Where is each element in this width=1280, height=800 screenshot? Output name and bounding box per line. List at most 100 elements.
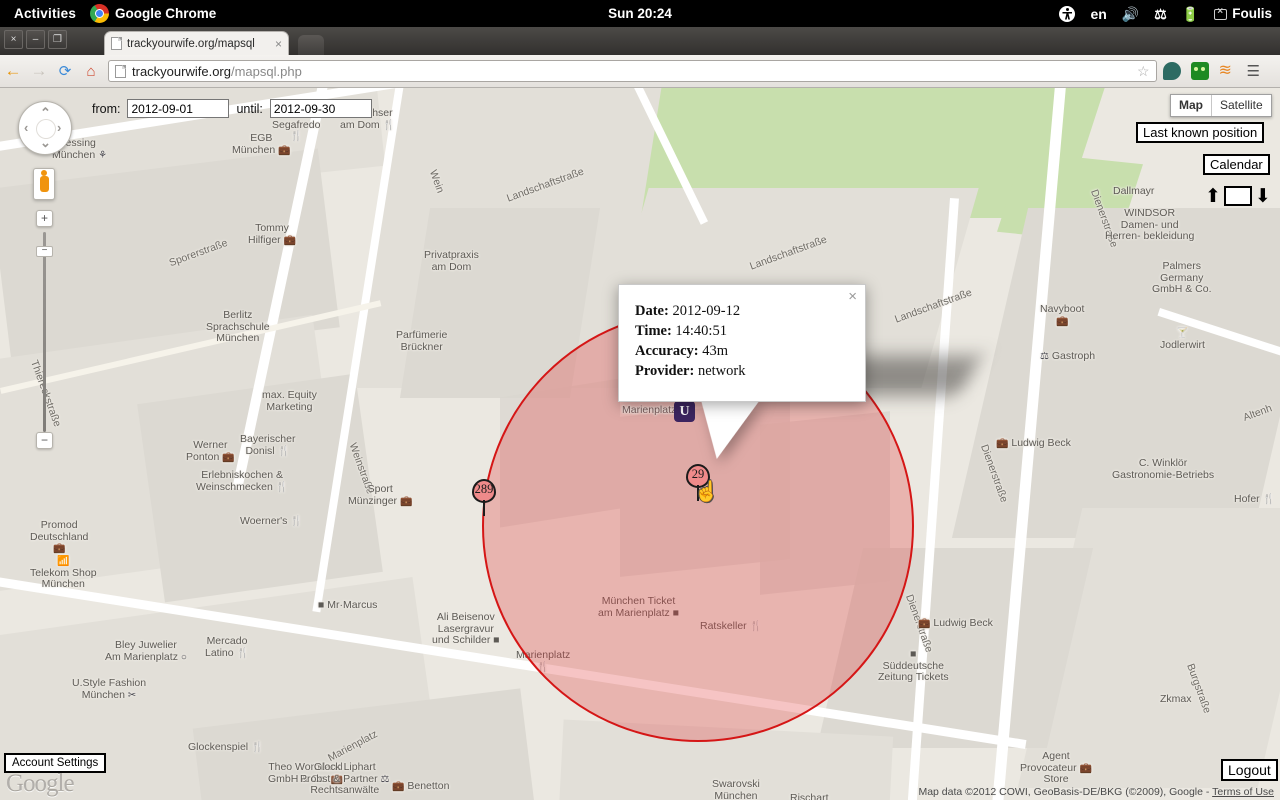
map-poi: C. Winklör Gastronomie-Betriebs xyxy=(1112,457,1215,481)
info-value-time: 14:40:51 xyxy=(675,323,727,339)
map-poi: Navyboot 💼 xyxy=(1040,303,1085,327)
mouse-cursor-pointer-icon: ☝ xyxy=(694,481,719,503)
stepper-down-icon[interactable]: ⬇ xyxy=(1255,187,1271,206)
restaurant-icon: 🍴 xyxy=(290,516,303,527)
info-window[interactable]: × Date: 2012-09-12 Time: 14:40:51 Accura… xyxy=(618,284,866,402)
shop-icon: 💼 xyxy=(996,438,1009,449)
map-poi: Berlitz Sprachschule München xyxy=(206,309,270,344)
window-minimize-button[interactable]: – xyxy=(26,30,45,49)
forward-button[interactable]: → xyxy=(26,61,52,81)
battery-icon[interactable]: 🔋 xyxy=(1182,7,1199,21)
address-bar[interactable]: trackyourwife.org/mapsql.php ☆ xyxy=(108,60,1157,82)
pan-control[interactable]: ⌃ ⌄ ‹ › xyxy=(18,101,72,155)
user-menu[interactable]: Foulis xyxy=(1214,6,1272,21)
terms-of-use-link[interactable]: Terms of Use xyxy=(1212,786,1274,798)
map-type-map-button[interactable]: Map xyxy=(1171,95,1212,116)
extension-icons: ≋ ☰ xyxy=(1162,62,1280,80)
zoom-slider-handle[interactable]: − xyxy=(36,246,53,257)
zoom-slider-track[interactable] xyxy=(43,232,46,432)
user-name-label: Foulis xyxy=(1232,6,1272,21)
chrome-logo-icon xyxy=(90,4,110,23)
shop-icon: 💼 xyxy=(1055,315,1069,327)
display-icon[interactable]: ⚖ xyxy=(1154,7,1167,21)
browser-toolbar: ← → ⟳ ⌂ trackyourwife.org/mapsql.php ☆ ≋… xyxy=(0,55,1280,88)
map-poi: max. Equity Marketing xyxy=(262,389,317,413)
map-poi: ■ Mr·Marcus xyxy=(318,599,378,611)
reload-button[interactable]: ⟳ xyxy=(52,62,78,80)
system-top-bar: Activities Google Chrome Sun 20:24 en 🔊 … xyxy=(0,0,1280,27)
new-tab-button[interactable] xyxy=(298,35,324,55)
activities-button[interactable]: Activities xyxy=(0,6,90,21)
map-poi: Bayerischer Donisl 🍴 xyxy=(240,433,296,457)
zoom-out-button[interactable]: − xyxy=(36,432,53,449)
stepper-input[interactable] xyxy=(1223,186,1252,206)
map-canvas[interactable]: Landschaftstraße Landschaftstraße Landsc… xyxy=(0,88,1280,800)
info-row-accuracy: Accuracy: 43m xyxy=(635,341,865,361)
map-poi: Zkmax xyxy=(1160,693,1192,705)
tab-close-icon[interactable]: × xyxy=(275,37,282,51)
keyboard-layout-indicator[interactable]: en xyxy=(1090,7,1106,21)
map-poi: Palmers Germany GmbH & Co. xyxy=(1152,260,1212,295)
from-date-input[interactable] xyxy=(127,99,230,118)
map-poi: EGB München 💼 xyxy=(232,132,291,156)
back-button[interactable]: ← xyxy=(0,61,26,81)
zoom-control[interactable]: + − − xyxy=(36,210,53,449)
info-row-time: Time: 14:40:51 xyxy=(635,321,865,341)
pan-down-icon[interactable]: ⌄ xyxy=(40,135,51,151)
map-attribution: Map data ©2012 COWI, GeoBasis-DE/BKG (©2… xyxy=(918,786,1274,798)
map-poi: 🍸 Jodlerwirt xyxy=(1160,328,1205,351)
map-poi: Rischart xyxy=(790,792,829,800)
logout-button[interactable]: Logout xyxy=(1221,759,1278,781)
date-range-controls: from: until: xyxy=(92,99,372,118)
pan-left-icon[interactable]: ‹ xyxy=(24,120,28,135)
street-view-pegman[interactable] xyxy=(33,168,55,200)
accessibility-icon[interactable] xyxy=(1059,5,1076,22)
shop-icon: 💼 xyxy=(1079,762,1092,774)
info-label-time: Time: xyxy=(635,323,672,339)
map-poi: Sport Münzinger 💼 xyxy=(348,483,413,507)
calendar-button[interactable]: Calendar xyxy=(1203,154,1270,175)
map-poi: Glockenspiel 🍴 xyxy=(188,741,264,753)
green-extension-icon[interactable] xyxy=(1190,62,1209,80)
map-poi: Hofer 🍴 xyxy=(1234,493,1276,505)
rss-extension-icon[interactable]: ≋ xyxy=(1219,62,1237,80)
map-type-satellite-button[interactable]: Satellite xyxy=(1212,95,1271,116)
pegman-icon xyxy=(39,170,49,192)
system-tray: en 🔊 ⚖ 🔋 Foulis xyxy=(1059,5,1272,22)
bar-icon: 🍸 xyxy=(1176,328,1189,339)
window-close-button[interactable]: × xyxy=(4,30,23,49)
restaurant-icon: 🍴 xyxy=(382,119,396,131)
chrome-menu-icon[interactable]: ☰ xyxy=(1247,62,1270,80)
bookmark-star-icon[interactable]: ☆ xyxy=(1137,63,1150,80)
globe-extension-icon[interactable] xyxy=(1162,62,1181,80)
restaurant-icon: 🍴 xyxy=(277,445,290,457)
stepper-up-icon[interactable]: ⬆ xyxy=(1205,187,1221,206)
window-restore-button[interactable]: ❐ xyxy=(48,30,67,49)
last-known-position-button[interactable]: Last known position xyxy=(1136,122,1265,143)
pan-up-icon[interactable]: ⌃ xyxy=(40,105,51,121)
info-value-date: 2012-09-12 xyxy=(672,303,741,319)
browser-tab[interactable]: trackyourwife.org/mapsql × xyxy=(104,31,289,55)
zoom-in-button[interactable]: + xyxy=(36,210,53,227)
shop-icon: 💼 xyxy=(283,234,297,246)
marker-label: 289 xyxy=(474,482,494,496)
scissors-icon: ✂ xyxy=(127,689,137,701)
map-marker-289[interactable]: 289 xyxy=(472,479,498,517)
chef-icon: ⚖ xyxy=(1040,351,1049,362)
window-buttons: × – ❐ xyxy=(4,30,67,49)
map-poi: Ali Beisenov Lasergravur und Schilder ■ xyxy=(432,611,500,646)
map-poi: Swarovski München xyxy=(712,778,760,800)
map-poi: ⚖ Gastroph xyxy=(1040,350,1096,362)
shop-icon: 💼 xyxy=(52,543,66,554)
flag-icon: ⚘ xyxy=(98,149,108,161)
info-window-close-icon[interactable]: × xyxy=(848,289,857,304)
restaurant-icon: 🍴 xyxy=(236,647,249,659)
volume-icon[interactable]: 🔊 xyxy=(1122,7,1139,21)
home-button[interactable]: ⌂ xyxy=(78,63,104,80)
chrome-app-menu[interactable]: Google Chrome xyxy=(90,4,216,23)
map-poi: Werner Ponton 💼 xyxy=(186,439,235,463)
until-label: until: xyxy=(236,101,263,116)
until-date-input[interactable] xyxy=(269,99,372,118)
url-host: trackyourwife.org xyxy=(132,63,231,79)
pan-right-icon[interactable]: › xyxy=(57,120,61,135)
